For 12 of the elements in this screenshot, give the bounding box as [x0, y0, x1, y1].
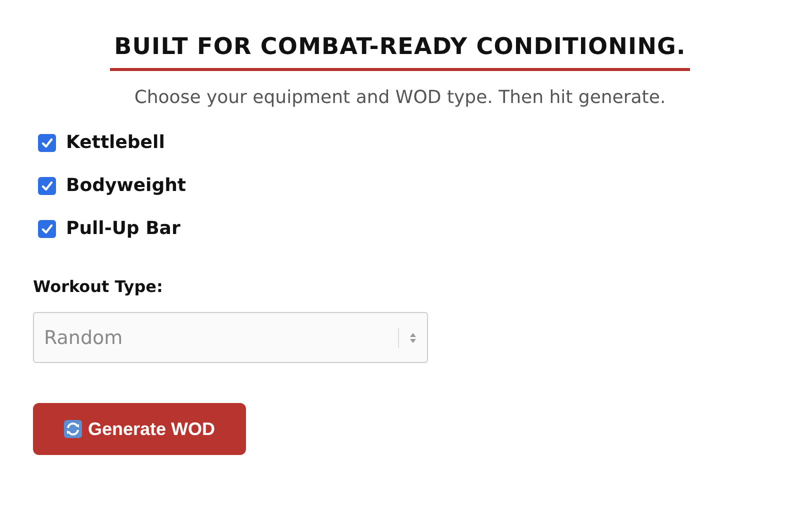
field-label: Workout Type:: [33, 277, 163, 296]
checkbox[interactable]: [38, 176, 56, 194]
instructions-text: Choose your equipment and WOD type. Then hit generate.: [134, 87, 666, 108]
checkbox-label[interactable]: Kettlebell: [66, 132, 165, 153]
checkbox-label[interactable]: Bodyweight: [66, 175, 186, 196]
checkbox[interactable]: [38, 134, 56, 152]
checkbox[interactable]: [38, 220, 56, 238]
checkbox-label[interactable]: Pull-Up Bar: [66, 218, 180, 239]
updown-caret-icon: [409, 332, 417, 344]
refresh-icon: [64, 420, 82, 438]
generate-button[interactable]: Generate WOD: [33, 403, 246, 455]
page-heading: BUILT FOR COMBAT-READY CONDITIONING.: [110, 34, 690, 71]
